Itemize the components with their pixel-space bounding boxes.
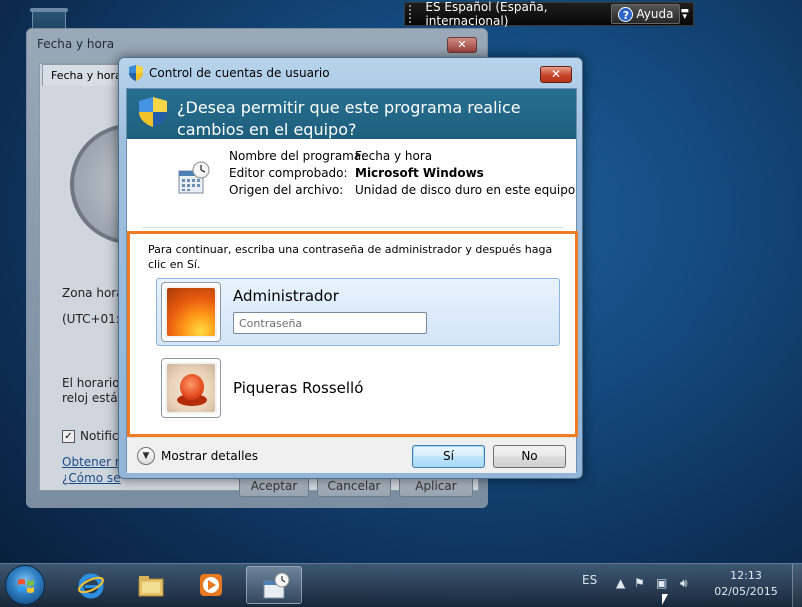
show-desktop-button[interactable] xyxy=(792,564,802,607)
options-chevron-icon[interactable]: ▬ ▾ xyxy=(680,7,689,22)
account-tile-administrador[interactable]: Administrador xyxy=(156,278,560,346)
taskbar-internet-explorer[interactable] xyxy=(62,566,118,604)
show-hidden-icons-icon[interactable]: ▲ xyxy=(616,576,630,590)
how-to-link[interactable]: ¿Cómo se xyxy=(62,471,121,485)
uac-question: ¿Desea permitir que este programa realic… xyxy=(177,98,521,139)
info-row-publisher: Editor comprobado: Microsoft Windows xyxy=(229,166,484,180)
uac-titlebar[interactable]: Control de cuentas de usuario ✕ xyxy=(119,58,582,88)
volume-icon[interactable]: 🔊︎ xyxy=(680,576,694,590)
action-center-icon[interactable]: ⚑ xyxy=(634,576,648,590)
info-value: Unidad de disco duro en este equipo xyxy=(355,183,576,197)
help-label: Ayuda xyxy=(636,7,674,21)
info-key: Editor comprobado: xyxy=(229,166,348,180)
file-explorer-icon xyxy=(138,576,164,597)
question-circle-icon: ? xyxy=(618,6,634,22)
help-button[interactable]: ? Ayuda xyxy=(611,4,681,24)
taskbar: ES ▲ ⚑ ▣ 🔊︎ 12:13 02/05/2015 xyxy=(0,563,802,607)
close-icon[interactable]: ✕ xyxy=(540,66,572,83)
uac-footer: ▼ Mostrar detalles Sí No xyxy=(127,437,576,473)
tray-clock[interactable]: 12:13 02/05/2015 xyxy=(714,568,778,600)
more-info-link[interactable]: Obtener m xyxy=(62,455,127,469)
credentials-panel: Para continuar, escriba una contraseña d… xyxy=(127,231,578,437)
info-row-program-name: Nombre del programa:Fecha y hora xyxy=(229,149,432,163)
chevron-down-icon: ▼ xyxy=(137,447,155,465)
show-details-label: Mostrar detalles xyxy=(161,449,259,463)
uac-shield-icon xyxy=(139,97,167,127)
uac-title: Control de cuentas de usuario xyxy=(149,66,330,80)
show-details-button[interactable]: ▼ Mostrar detalles xyxy=(137,447,258,465)
account-name: Piqueras Rosselló xyxy=(233,379,364,397)
internet-explorer-icon xyxy=(78,573,104,599)
info-row-file-origin: Origen del archivo: Unidad de disco duro … xyxy=(229,183,575,197)
info-key: Origen del archivo: xyxy=(229,183,344,197)
close-icon[interactable]: ✕ xyxy=(447,37,477,53)
calendar-clock-icon xyxy=(178,161,210,194)
account-tile-piqueras[interactable]: Piqueras Rosselló xyxy=(156,354,560,422)
no-button[interactable]: No xyxy=(493,445,566,468)
info-value: Microsoft Windows xyxy=(355,166,484,180)
taskbar-file-explorer[interactable] xyxy=(122,566,178,604)
language-bar-grip[interactable] xyxy=(409,5,419,23)
date-time-icon xyxy=(263,572,290,599)
windows-start-icon[interactable] xyxy=(5,565,45,605)
orange-flower-avatar xyxy=(167,288,215,336)
program-info: Nombre del programa:Fecha y hora Editor … xyxy=(127,139,576,227)
tray-time: 12:13 xyxy=(730,569,762,582)
uac-question-banner: ¿Desea permitir que este programa realic… xyxy=(127,89,576,139)
uac-client: ¿Desea permitir que este programa realic… xyxy=(126,88,578,473)
credentials-prompt: Para continuar, escriba una contraseña d… xyxy=(148,243,553,271)
uac-shield-icon xyxy=(129,65,143,81)
language-bar: ES Español (España, internacional) ? Ayu… xyxy=(404,0,694,28)
taskbar-media-player[interactable] xyxy=(182,566,238,604)
info-key: Nombre del programa: xyxy=(229,149,366,163)
info-value: Fecha y hora xyxy=(355,149,433,163)
account-picture-frame xyxy=(161,358,221,418)
tray-date: 02/05/2015 xyxy=(714,585,778,598)
tray-language[interactable]: ES xyxy=(582,573,597,587)
taskbar-date-time[interactable] xyxy=(246,566,302,604)
input-language-button[interactable]: ES Español (España, internacional) xyxy=(425,0,601,28)
divider xyxy=(143,227,563,228)
account-picture-frame xyxy=(161,282,221,342)
media-player-icon xyxy=(200,574,222,596)
window-title: Fecha y hora xyxy=(37,37,115,51)
network-icon[interactable]: ▣ xyxy=(656,576,670,590)
notify-checkbox[interactable]: ✓ xyxy=(62,430,75,443)
uac-dialog: Control de cuentas de usuario ✕ ¿Desea p… xyxy=(118,57,583,479)
password-input[interactable] xyxy=(233,312,427,334)
account-name: Administrador xyxy=(233,287,339,305)
mouse-cursor xyxy=(662,594,668,605)
orange-robot-avatar xyxy=(167,364,215,412)
yes-button[interactable]: Sí xyxy=(412,445,485,468)
